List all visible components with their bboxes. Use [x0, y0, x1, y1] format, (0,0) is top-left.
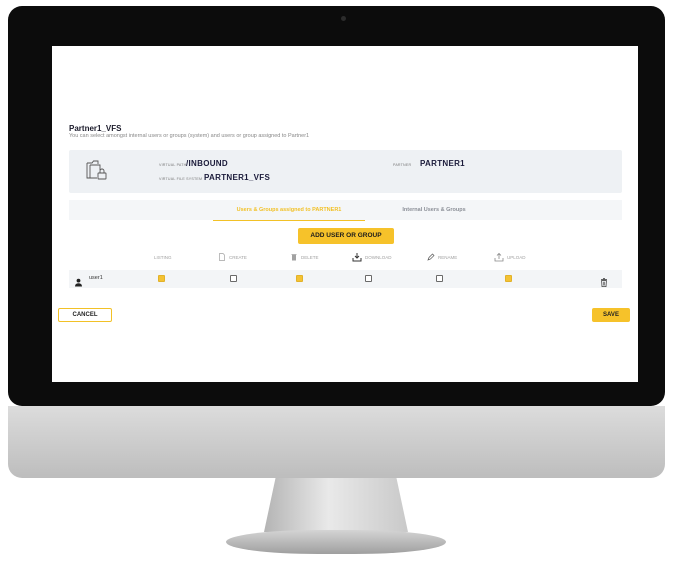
save-button[interactable]: SAVE — [592, 308, 630, 322]
monitor-stand-neck — [264, 478, 408, 532]
partner-value: PARTNER1 — [420, 159, 465, 168]
trash-icon[interactable] — [600, 274, 608, 292]
partner-label: Partner — [393, 163, 412, 167]
listing-checkbox[interactable] — [158, 275, 165, 282]
column-upload: UPLOAD — [494, 252, 526, 262]
column-listing: LISTING — [154, 252, 172, 262]
cancel-button[interactable]: CANCEL — [58, 308, 112, 322]
app-screen: Partner1_VFS You can select amongst inte… — [52, 46, 638, 382]
column-listing-label: LISTING — [154, 254, 172, 260]
virtual-fs-label: Virtual File System — [159, 177, 203, 181]
page-title: Partner1_VFS — [69, 124, 122, 133]
upload-checkbox[interactable] — [505, 275, 512, 282]
trash-icon — [290, 253, 298, 262]
table-row: user1 — [69, 270, 622, 288]
file-icon — [218, 252, 226, 262]
upload-icon — [494, 252, 504, 263]
download-checkbox[interactable] — [365, 275, 372, 282]
pencil-icon — [427, 253, 435, 262]
download-icon — [352, 252, 362, 263]
column-download-label: DOWNLOAD — [365, 254, 392, 260]
add-user-or-group-button[interactable]: ADD USER OR GROUP — [298, 228, 394, 244]
column-rename: RENAME — [427, 252, 457, 262]
column-download: DOWNLOAD — [352, 252, 392, 262]
user-name: user1 — [89, 275, 103, 281]
column-delete-label: DELETE — [301, 254, 319, 260]
person-icon — [74, 274, 83, 292]
tab-bar: Users & Groups assigned to PARTNER1 Inte… — [69, 200, 622, 221]
tab-internal-users[interactable]: Internal Users & Groups — [379, 200, 489, 220]
delete-checkbox[interactable] — [296, 275, 303, 282]
folder-lock-icon — [85, 158, 109, 182]
rename-checkbox[interactable] — [436, 275, 443, 282]
column-create: CREATE — [218, 252, 247, 262]
monitor-chin — [8, 406, 665, 478]
virtual-fs-value: PARTNER1_VFS — [204, 173, 271, 182]
column-rename-label: RENAME — [438, 254, 458, 260]
camera-icon — [341, 16, 346, 21]
vfs-info-card: Virtual Path /INBOUND Virtual File Syste… — [69, 150, 622, 193]
monitor-stand-base — [226, 530, 446, 554]
column-create-label: CREATE — [229, 254, 247, 260]
virtual-path-label: Virtual Path — [159, 163, 187, 167]
create-checkbox[interactable] — [230, 275, 237, 282]
virtual-path-value: /INBOUND — [186, 159, 228, 168]
tab-partner-users[interactable]: Users & Groups assigned to PARTNER1 — [213, 200, 365, 221]
page-subtitle: You can select amongst internal users or… — [69, 133, 310, 139]
column-delete: DELETE — [290, 252, 319, 262]
monitor-bezel: Partner1_VFS You can select amongst inte… — [8, 6, 665, 406]
column-upload-label: UPLOAD — [507, 254, 526, 260]
